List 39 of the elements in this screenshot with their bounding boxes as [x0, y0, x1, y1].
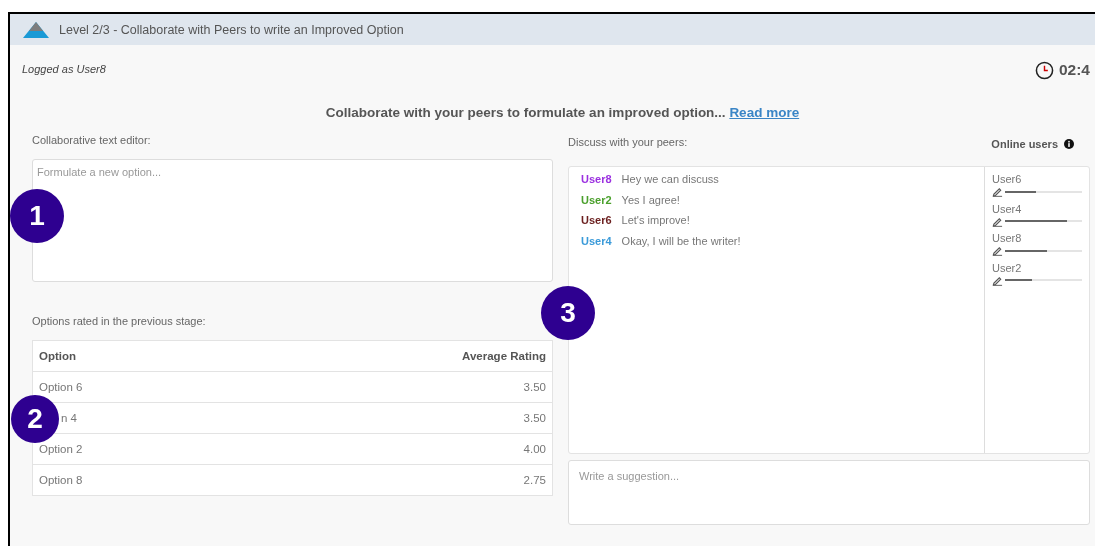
message-text: Yes I agree!: [621, 193, 680, 208]
message-author: User8: [581, 173, 612, 187]
message-author: User4: [581, 235, 612, 250]
window-title: Level 2/3 - Collaborate with Peers to write an Improved Option: [59, 22, 404, 37]
table-cell: 3.50: [223, 402, 553, 434]
online-users-title: Online users: [991, 138, 1058, 150]
pen-icon: [992, 274, 1003, 286]
callout-badge: 3: [541, 286, 595, 340]
suggestion-field[interactable]: Write a suggestion...: [568, 460, 1090, 525]
table-cell: 4.00: [223, 433, 553, 465]
ratings-label: Options rated in the previous stage:: [32, 315, 207, 327]
message-text: Hey we can discuss: [621, 173, 719, 187]
triangle-logo-icon: [23, 21, 49, 38]
editor-label: Collaborative text editor:: [32, 134, 152, 146]
message-text: Okay, I will be the writer!: [621, 235, 741, 250]
online-user-name: User6: [992, 173, 1023, 185]
pen-icon: [992, 215, 1003, 227]
online-user-name: User8: [992, 232, 1023, 244]
callout-badge: 2: [11, 395, 59, 443]
pen-icon: [992, 245, 1003, 256]
table-cell: Option 8: [32, 464, 224, 496]
callout-badge: 1: [10, 189, 64, 243]
chat-label: Discuss with your peers:: [568, 136, 688, 148]
column-header: Average Rating: [223, 340, 553, 372]
logged-user-text: Logged as User8: [22, 63, 106, 75]
countdown-timer: 02:4: [1058, 61, 1090, 79]
info-icon[interactable]: [1064, 139, 1074, 149]
read-more-link[interactable]: Read more: [729, 105, 800, 120]
clock-icon: [1034, 60, 1054, 80]
message-text: Let's improve!: [621, 214, 690, 229]
message-author: User2: [581, 193, 612, 208]
message-author: User6: [581, 214, 612, 229]
online-user-name: User4: [992, 202, 1023, 215]
table-cell: 3.50: [223, 371, 553, 403]
online-user-name: User2: [992, 261, 1023, 274]
instruction-text: Collaborate with your peers to formulate an improved option... Read more: [324, 105, 801, 120]
table-cell: 2.75: [223, 464, 553, 496]
column-header: Option: [32, 340, 224, 372]
pen-icon: [992, 186, 1003, 197]
